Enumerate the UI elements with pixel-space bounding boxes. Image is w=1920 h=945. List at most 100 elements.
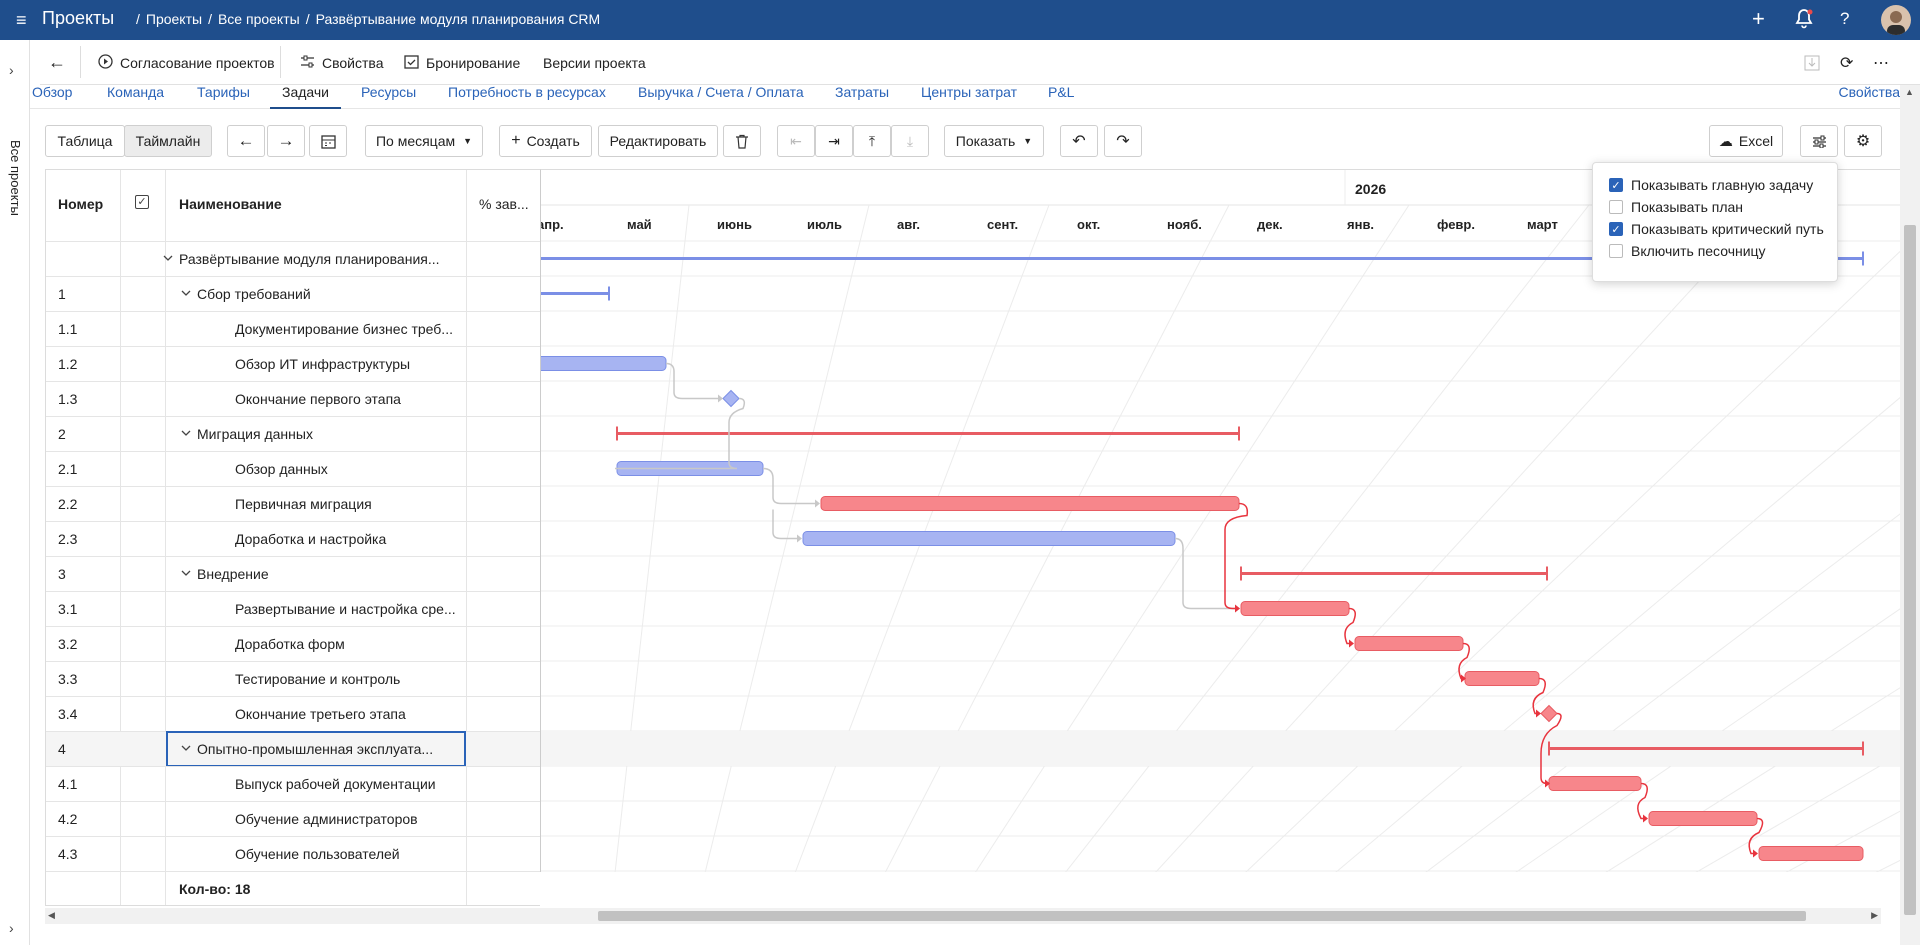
- task-name[interactable]: Выпуск рабочей документации: [235, 767, 436, 801]
- breadcrumb-projects[interactable]: Проекты: [146, 11, 202, 27]
- arrow-right-icon[interactable]: →: [267, 125, 305, 157]
- settings-sliders-icon[interactable]: [1800, 125, 1838, 157]
- tab-1[interactable]: Команда: [107, 85, 164, 109]
- table-row[interactable]: 1.1 Документирование бизнес треб...: [46, 311, 540, 346]
- redo-icon[interactable]: ↷: [1104, 125, 1142, 157]
- horizontal-scrollbar[interactable]: ◀ ▶: [45, 908, 1881, 924]
- header-pct[interactable]: % зав...: [479, 196, 529, 212]
- checkbox[interactable]: [1609, 200, 1623, 214]
- indent-icon[interactable]: ⇥: [815, 125, 853, 157]
- tab-3[interactable]: Задачи: [270, 85, 342, 109]
- menu-icon[interactable]: ≡: [16, 10, 27, 31]
- task-name[interactable]: Обучение пользователей: [235, 837, 400, 871]
- task-name[interactable]: Развертывание и настройка сре...: [235, 592, 456, 626]
- show-option-1[interactable]: Показывать план: [1609, 199, 1743, 215]
- checkbox[interactable]: [1609, 244, 1623, 258]
- table-row[interactable]: 1.2 Обзор ИТ инфраструктуры: [46, 346, 540, 381]
- task-name[interactable]: Внедрение: [197, 557, 269, 591]
- task-name[interactable]: Тестирование и контроль: [235, 662, 400, 696]
- move-down-icon[interactable]: ⤓: [891, 125, 929, 157]
- task-name[interactable]: Доработка форм: [235, 627, 345, 661]
- task-name[interactable]: Обзор данных: [235, 452, 328, 486]
- download-icon[interactable]: [1804, 40, 1820, 85]
- task-name[interactable]: Сбор требований: [197, 277, 311, 311]
- scroll-up-icon[interactable]: ▲: [1905, 87, 1914, 97]
- timeline-view-button[interactable]: Таймлайн: [124, 125, 212, 157]
- bell-icon[interactable]: [1794, 8, 1814, 30]
- chevron-down-icon[interactable]: [180, 286, 192, 302]
- tab-7[interactable]: Затраты: [835, 85, 889, 109]
- table-row[interactable]: 2.1 Обзор данных: [46, 451, 540, 486]
- task-name[interactable]: Первичная миграция: [235, 487, 372, 521]
- header-select-all[interactable]: ✓: [135, 192, 149, 209]
- gear-icon[interactable]: ⚙: [1844, 125, 1882, 157]
- create-button[interactable]: + Создать: [499, 125, 592, 157]
- edit-button[interactable]: Редактировать: [598, 125, 718, 157]
- tab-4[interactable]: Ресурсы: [361, 85, 416, 109]
- breadcrumb-all-projects[interactable]: Все проекты: [218, 11, 300, 27]
- header-name[interactable]: Наименование: [179, 196, 282, 212]
- task-name[interactable]: Обзор ИТ инфраструктуры: [235, 347, 410, 381]
- excel-button[interactable]: ☁ Excel: [1709, 125, 1783, 157]
- table-row[interactable]: 1 Сбор требований: [46, 276, 540, 311]
- table-row[interactable]: 3.1 Развертывание и настройка сре...: [46, 591, 540, 626]
- app-title[interactable]: Проекты: [42, 8, 114, 29]
- help-icon[interactable]: ?: [1840, 9, 1849, 29]
- tab-0[interactable]: Обзор: [32, 85, 72, 109]
- chevron-down-icon[interactable]: [180, 426, 192, 442]
- tab-properties[interactable]: Свойства: [1839, 85, 1900, 109]
- tab-5[interactable]: Потребность в ресурсах: [448, 85, 606, 109]
- table-row[interactable]: 4 Опытно-промышленная эксплуата...: [46, 731, 540, 767]
- scroll-right-icon[interactable]: ▶: [1871, 910, 1878, 921]
- task-name[interactable]: Доработка и настройка: [235, 522, 386, 556]
- table-row[interactable]: 2.3 Доработка и настройка: [46, 521, 540, 556]
- tab-2[interactable]: Тарифы: [197, 85, 250, 109]
- task-name[interactable]: Развёртывание модуля планирования...: [179, 242, 440, 276]
- calendar-icon[interactable]: [309, 125, 347, 157]
- task-name[interactable]: Обучение администраторов: [235, 802, 418, 836]
- outdent-icon[interactable]: ⇤: [777, 125, 815, 157]
- header-number[interactable]: Номер: [58, 196, 103, 212]
- show-option-2[interactable]: ✓ Показывать критический путь: [1609, 221, 1824, 237]
- refresh-icon[interactable]: ⟳: [1840, 40, 1853, 85]
- tab-6[interactable]: Выручка / Счета / Оплата: [638, 85, 804, 109]
- table-view-button[interactable]: Таблица: [45, 125, 125, 157]
- vertical-scrollbar[interactable]: ▲: [1900, 85, 1920, 945]
- arrow-left-icon[interactable]: ←: [227, 125, 265, 157]
- show-option-3[interactable]: Включить песочницу: [1609, 243, 1766, 259]
- project-versions-button[interactable]: Версии проекта: [543, 40, 646, 85]
- table-row[interactable]: 4.1 Выпуск рабочей документации: [46, 766, 540, 801]
- undo-icon[interactable]: ↶: [1060, 125, 1098, 157]
- table-row[interactable]: 4.3 Обучение пользователей: [46, 836, 540, 871]
- tab-9[interactable]: P&L: [1048, 85, 1074, 109]
- table-row[interactable]: 3.3 Тестирование и контроль: [46, 661, 540, 696]
- chevron-down-icon[interactable]: [180, 566, 192, 582]
- table-row[interactable]: Развёртывание модуля планирования...: [46, 241, 540, 276]
- back-arrow-icon[interactable]: ←: [48, 40, 66, 85]
- trash-icon[interactable]: [723, 125, 761, 157]
- table-row[interactable]: 2.2 Первичная миграция: [46, 486, 540, 521]
- chevron-right-icon[interactable]: ›: [9, 920, 14, 936]
- approval-button[interactable]: Согласование проектов: [98, 40, 275, 85]
- table-row[interactable]: 1.3 Окончание первого этапа: [46, 381, 540, 416]
- plus-icon[interactable]: +: [1752, 6, 1765, 32]
- task-name[interactable]: Документирование бизнес треб...: [235, 312, 453, 346]
- checkbox[interactable]: ✓: [1609, 178, 1623, 192]
- tab-8[interactable]: Центры затрат: [921, 85, 1017, 109]
- booking-button[interactable]: Бронирование: [404, 40, 520, 85]
- properties-button[interactable]: Свойства: [300, 40, 383, 85]
- scroll-left-icon[interactable]: ◀: [48, 910, 55, 921]
- chevron-down-icon[interactable]: [162, 251, 174, 267]
- table-row[interactable]: 3.2 Доработка форм: [46, 626, 540, 661]
- show-option-0[interactable]: ✓ Показывать главную задачу: [1609, 177, 1813, 193]
- selected-cell[interactable]: [166, 731, 466, 767]
- checkbox[interactable]: ✓: [1609, 222, 1623, 236]
- sidebar-label[interactable]: Все проекты: [8, 140, 23, 216]
- scale-dropdown[interactable]: По месяцам ▼: [365, 125, 483, 157]
- avatar[interactable]: [1881, 5, 1911, 35]
- task-name[interactable]: Миграция данных: [197, 417, 313, 451]
- task-name[interactable]: Окончание третьего этапа: [235, 697, 406, 731]
- table-row[interactable]: 2 Миграция данных: [46, 416, 540, 451]
- table-row[interactable]: 3.4 Окончание третьего этапа: [46, 696, 540, 731]
- show-dropdown[interactable]: Показать ▼: [944, 125, 1044, 157]
